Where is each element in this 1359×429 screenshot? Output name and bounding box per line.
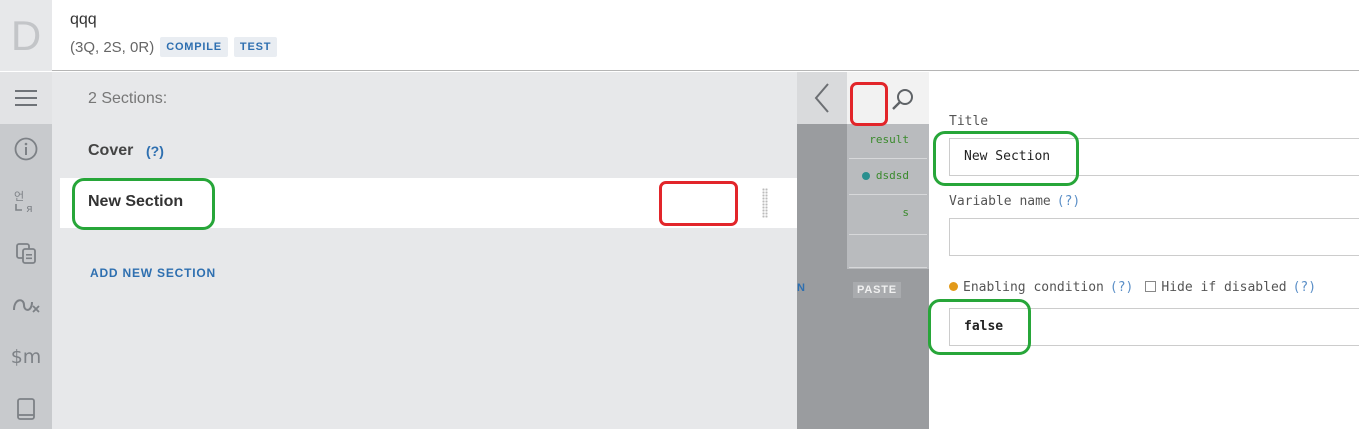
variable-name-input[interactable]: [949, 218, 1359, 256]
section-editor-form: Title New Section Variable name (?) Enabl…: [929, 72, 1359, 429]
copy-icon[interactable]: [0, 238, 52, 268]
svg-text:언: 언: [14, 190, 24, 203]
drag-handle-icon[interactable]: [762, 188, 768, 218]
annotation-red-row-action: [659, 181, 738, 226]
menu-icon[interactable]: [0, 72, 52, 124]
annotation-green-condition: [928, 299, 1031, 355]
interview-stats: (3Q, 2S, 0R) COMPILE TEST: [70, 37, 278, 57]
annotation-red-toolbar: [850, 82, 888, 126]
status-dot-icon: [861, 172, 870, 180]
section-label: Cover: [88, 142, 134, 159]
svg-text:я: я: [26, 202, 33, 214]
question-list: result dsdsd s: [847, 124, 929, 269]
help-link[interactable]: (?): [146, 143, 164, 159]
hide-if-disabled-text: Hide if disabled: [1161, 280, 1287, 295]
search-icon[interactable]: [890, 86, 916, 112]
list-item[interactable]: s: [902, 206, 909, 219]
enabling-condition-label: Enabling condition (?) Hide if disabled (?): [949, 280, 1316, 295]
divider: [849, 234, 927, 235]
annotation-green-new-section: [72, 178, 215, 230]
test-button[interactable]: TEST: [233, 37, 278, 57]
stats-text: (3Q, 2S, 0R): [70, 38, 155, 56]
list-item[interactable]: dsdsd: [861, 169, 909, 182]
help-link[interactable]: (?): [1057, 194, 1080, 209]
left-icon-bar: 언я $m: [0, 72, 52, 429]
hide-if-disabled-checkbox[interactable]: [1145, 281, 1157, 292]
interview-title: qqq: [70, 11, 97, 28]
app-logo[interactable]: D: [0, 0, 52, 71]
sections-count: 2 Sections:: [88, 90, 168, 107]
paste-button[interactable]: PASTE: [853, 282, 901, 298]
logo-letter: D: [10, 11, 42, 59]
annotation-green-title: [933, 131, 1079, 186]
section-item-cover[interactable]: Cover (?): [60, 130, 797, 172]
add-new-section-button[interactable]: ADD NEW SECTION: [90, 266, 216, 280]
variable-name-text: Variable name: [949, 194, 1051, 209]
translate-icon[interactable]: 언я: [0, 186, 52, 216]
sections-panel: 2 Sections: Cover (?) New Section ADD NE…: [52, 72, 797, 429]
status-dot-icon: [949, 282, 958, 291]
book-icon[interactable]: [0, 394, 52, 424]
divider: [849, 267, 927, 268]
top-header: D qqq (3Q, 2S, 0R) COMPILE TEST: [0, 0, 1359, 71]
help-link[interactable]: (?): [1293, 280, 1316, 295]
money-icon[interactable]: $m: [0, 342, 52, 372]
info-icon[interactable]: [0, 134, 52, 164]
list-item-label: dsdsd: [875, 169, 909, 182]
divider: [849, 194, 927, 195]
logic-icon[interactable]: [0, 290, 52, 320]
variable-name-label: Variable name (?): [949, 194, 1080, 209]
enabling-condition-text: Enabling condition: [963, 280, 1104, 295]
list-item[interactable]: result: [869, 133, 909, 146]
help-link[interactable]: (?): [1110, 280, 1133, 295]
back-chevron-icon[interactable]: [797, 72, 847, 124]
toolbar-fragment[interactable]: N: [797, 282, 805, 294]
title-label: Title: [949, 114, 989, 129]
divider: [849, 158, 927, 159]
compile-button[interactable]: COMPILE: [160, 37, 228, 57]
